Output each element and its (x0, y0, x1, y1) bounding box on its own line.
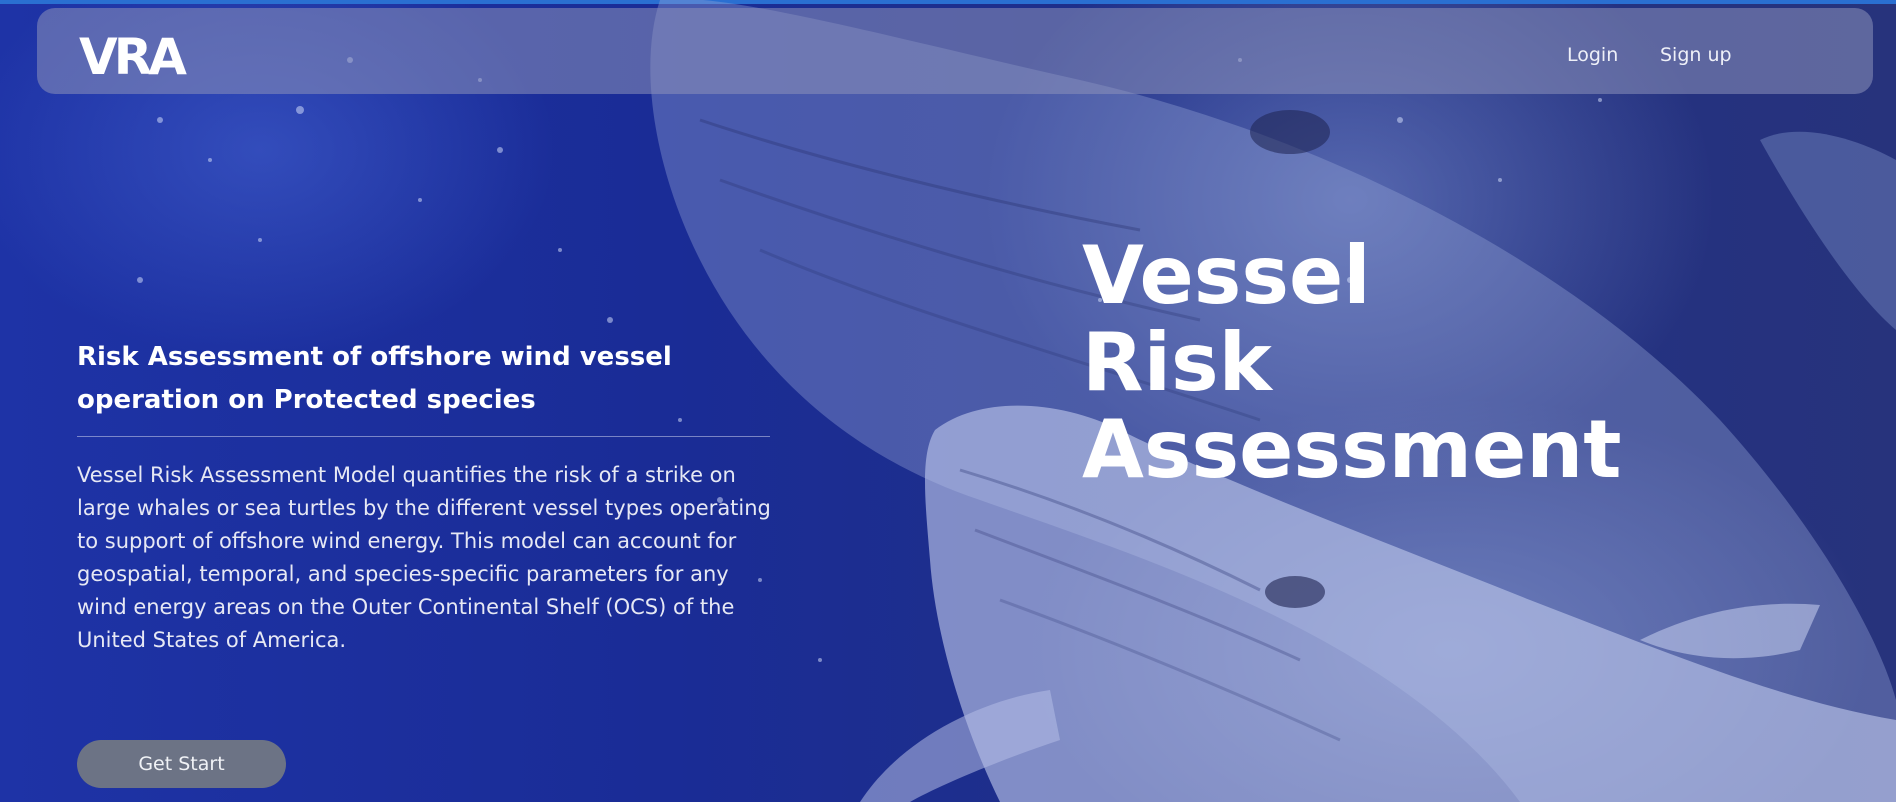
whale-front-eye (1265, 576, 1325, 608)
vra-logo[interactable]: VRA (79, 28, 201, 80)
get-start-button[interactable]: Get Start (77, 740, 286, 788)
whale-back-fin (1760, 131, 1896, 330)
hero-title-line: Vessel (1082, 229, 1371, 322)
hero-title: Vessel Risk Assessment (1082, 232, 1621, 493)
login-link[interactable]: Login (1567, 44, 1618, 66)
svg-text:VRA: VRA (79, 28, 187, 80)
whale-back-eye (1250, 110, 1330, 154)
hero-title-line: Assessment (1082, 403, 1622, 496)
hero-intro: Risk Assessment of offshore wind vessel … (77, 336, 777, 678)
signup-link[interactable]: Sign up (1660, 44, 1732, 66)
top-navbar: VRA Login Sign up (37, 8, 1873, 94)
subtitle-divider (77, 436, 770, 437)
hero-subtitle: Risk Assessment of offshore wind vessel … (77, 342, 672, 415)
hero-title-line: Risk (1082, 316, 1272, 409)
hero-background: VRA Login Sign up Risk Assessment of off… (0, 0, 1896, 802)
hero-description: Vessel Risk Assessment Model quantifies … (77, 463, 771, 652)
